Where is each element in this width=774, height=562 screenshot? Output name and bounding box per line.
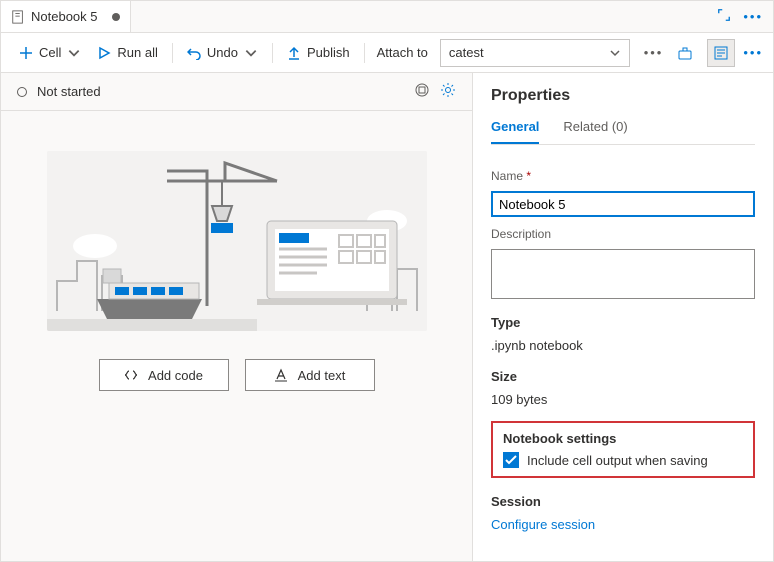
tab-row: Notebook 5 ••• — [1, 1, 773, 33]
properties-title: Properties — [491, 87, 755, 105]
session-label: Session — [491, 494, 755, 509]
attach-to-value: catest — [449, 45, 484, 60]
undo-label: Undo — [207, 45, 238, 60]
tab-dirty-indicator — [112, 13, 120, 21]
configure-session-link[interactable]: Configure session — [491, 517, 755, 532]
publish-button[interactable]: Publish — [279, 37, 358, 69]
play-icon — [97, 46, 111, 60]
cell-label: Cell — [39, 45, 61, 60]
stop-icon[interactable] — [414, 82, 430, 101]
check-icon — [505, 455, 517, 465]
status-dot-icon — [17, 87, 27, 97]
gear-icon[interactable] — [440, 82, 456, 101]
properties-icon-button[interactable] — [707, 39, 735, 67]
run-all-button[interactable]: Run all — [89, 37, 165, 69]
editor-panel: Not started — [1, 73, 473, 561]
separator — [172, 43, 173, 63]
size-value: 109 bytes — [491, 392, 755, 407]
more-actions-icon[interactable]: ••• — [644, 45, 664, 60]
notebook-settings-label: Notebook settings — [503, 431, 743, 446]
publish-label: Publish — [307, 45, 350, 60]
required-indicator: * — [526, 169, 531, 183]
properties-panel: Properties General Related (0) Name * De… — [473, 73, 773, 561]
attach-to-label: Attach to — [371, 45, 434, 60]
tab-general[interactable]: General — [491, 119, 539, 144]
add-text-label: Add text — [298, 368, 346, 383]
notebook-icon — [11, 10, 25, 24]
chevron-down-icon — [67, 46, 81, 60]
name-input[interactable] — [491, 191, 755, 217]
attach-to-select[interactable]: catest — [440, 39, 630, 67]
description-input[interactable] — [491, 249, 755, 299]
properties-tabs: General Related (0) — [491, 119, 755, 145]
chevron-down-icon — [244, 46, 258, 60]
notebook-canvas: Add code Add text — [1, 111, 472, 561]
type-label: Type — [491, 315, 755, 330]
code-icon — [124, 368, 138, 382]
notebook-settings-group: Notebook settings Include cell output wh… — [491, 421, 755, 478]
tab-title: Notebook 5 — [31, 9, 98, 24]
status-bar: Not started — [1, 73, 472, 111]
include-cell-output-label: Include cell output when saving — [527, 453, 708, 468]
name-label: Name * — [491, 169, 755, 183]
run-all-label: Run all — [117, 45, 157, 60]
toolbar: Cell Run all Undo Publish Attach to cate… — [1, 33, 773, 73]
add-text-button[interactable]: Add text — [245, 359, 375, 391]
undo-icon — [187, 46, 201, 60]
publish-icon — [287, 46, 301, 60]
main-area: Not started — [1, 73, 773, 561]
plus-icon — [19, 46, 33, 60]
cell-menu-button[interactable]: Cell — [11, 37, 89, 69]
status-text: Not started — [37, 84, 101, 99]
more-icon[interactable]: ••• — [743, 9, 763, 24]
chevron-down-icon — [609, 47, 621, 59]
include-cell-output-checkbox[interactable] — [503, 452, 519, 468]
description-label: Description — [491, 227, 755, 241]
separator — [272, 43, 273, 63]
size-label: Size — [491, 369, 755, 384]
notebook-icon-button[interactable] — [671, 39, 699, 67]
variables-icon — [677, 45, 693, 61]
type-value: .ipynb notebook — [491, 338, 755, 353]
empty-state-illustration — [47, 151, 427, 331]
file-tab[interactable]: Notebook 5 — [1, 1, 131, 32]
add-code-button[interactable]: Add code — [99, 359, 229, 391]
properties-icon — [713, 45, 729, 61]
add-code-label: Add code — [148, 368, 203, 383]
expand-icon[interactable] — [717, 8, 731, 25]
panel-more-icon[interactable]: ••• — [743, 45, 763, 60]
separator — [364, 43, 365, 63]
text-icon — [274, 368, 288, 382]
undo-button[interactable]: Undo — [179, 37, 266, 69]
tab-related[interactable]: Related (0) — [563, 119, 627, 144]
